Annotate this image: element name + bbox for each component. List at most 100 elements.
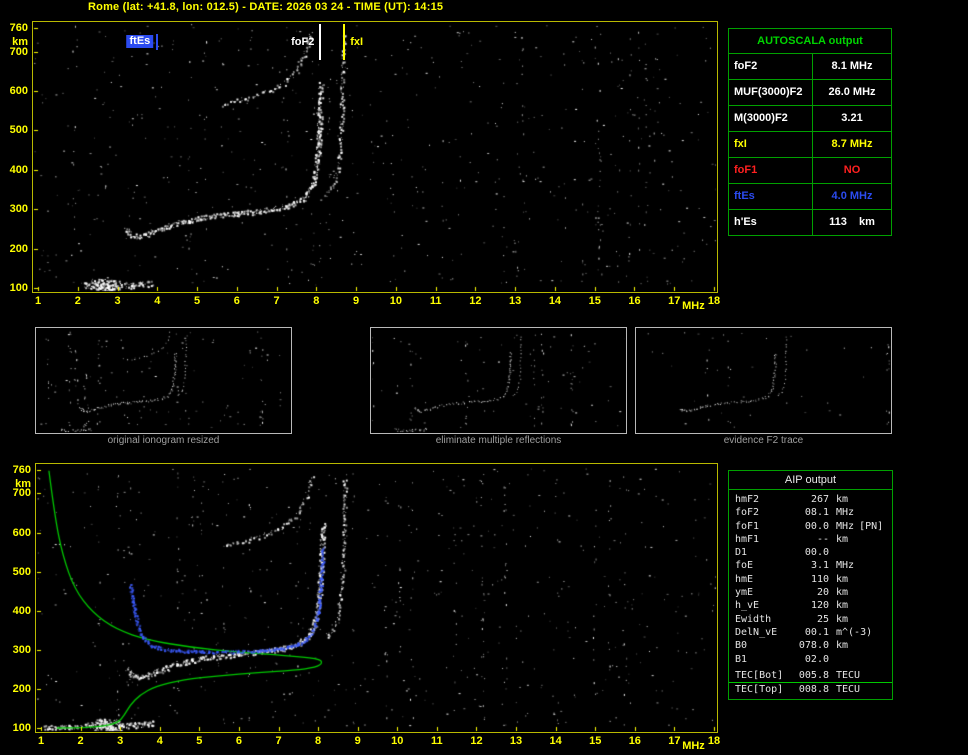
x-axis-tick-label: 2 xyxy=(74,295,81,307)
aip-row-label: TEC[Top] xyxy=(735,684,784,696)
autoscala-row-value: 3.21 xyxy=(841,112,863,124)
x-axis-tick-label: 4 xyxy=(154,295,161,307)
aip-row-label: hmF1 xyxy=(735,533,760,545)
aip-row-value: 02.0 xyxy=(804,653,829,665)
y-axis-tick-label: 760 xyxy=(9,22,28,34)
aip-row-value: 005.8 xyxy=(798,669,829,681)
aip-row-value: 008.8 xyxy=(798,684,829,696)
x-axis-tick-label: 12 xyxy=(470,735,483,747)
page-title: Rome (lat: +41.8, lon: 012.5) - DATE: 20… xyxy=(88,1,444,13)
thumbnail-no-multiples-canvas xyxy=(371,328,626,433)
x-axis-tick-label: 16 xyxy=(628,735,641,747)
autoscala-row-fof2: foF2 8.1 MHz xyxy=(729,54,891,80)
x-axis-tick-label: 14 xyxy=(548,295,562,307)
aip-row-unit: km xyxy=(836,533,849,545)
aip-row-fof1: foF1 00.0 MHz [PN] xyxy=(729,520,892,533)
x-axis-tick-label: 15 xyxy=(589,735,602,747)
autoscala-row-value: 8.7 MHz xyxy=(831,138,873,150)
aip-row-value: 078.0 xyxy=(798,640,829,652)
thumbnail-f2-trace xyxy=(635,327,892,434)
autoscala-row-m-3000-f2: M(3000)F2 3.21 xyxy=(729,106,891,132)
y-axis-tick-label: 500 xyxy=(12,565,31,578)
y-axis-tick-label: 300 xyxy=(9,203,28,216)
aip-row-unit: km xyxy=(836,494,849,505)
main-ionogram-canvas xyxy=(33,22,717,292)
x-axis-tick-label: 8 xyxy=(313,295,320,307)
x-axis-tick-label: 8 xyxy=(315,735,322,747)
x-axis-tick-label: 6 xyxy=(235,735,242,747)
x-axis-tick-label: 1 xyxy=(37,735,45,747)
aip-row-label: hmF2 xyxy=(735,494,760,505)
autoscala-row-value: 8.1 MHz xyxy=(831,60,873,72)
aip-row-unit: m^(-3) xyxy=(836,626,873,638)
aip-row-value: 120 xyxy=(810,600,829,612)
aip-row-value: 00.0 xyxy=(804,520,829,532)
x-axis-tick-label: 11 xyxy=(431,735,443,747)
autoscala-row-fxi: fxI 8.7 MHz xyxy=(729,132,891,158)
aip-row-label: ymE xyxy=(735,587,754,599)
x-axis-tick-label: 4 xyxy=(156,735,163,747)
x-axis-tick-label: 13 xyxy=(509,735,523,747)
thumbnail-no-multiples xyxy=(370,327,627,434)
aip-row-unit: km xyxy=(836,600,849,612)
y-axis-tick-label: 400 xyxy=(9,163,28,176)
aip-table-header: AIP output xyxy=(729,471,892,490)
autoscala-row-ftes: ftEs 4.0 MHz xyxy=(729,184,891,210)
aip-row-value: 00.0 xyxy=(804,547,829,559)
x-axis-tick-label: 5 xyxy=(193,295,201,307)
aip-row-extra: [PN] xyxy=(859,520,884,532)
y-axis-tick-label: 600 xyxy=(9,85,28,98)
aip-row-unit: km xyxy=(836,613,849,625)
profile-ionogram-canvas xyxy=(36,464,717,732)
x-axis-tick-label: 14 xyxy=(549,735,562,747)
aip-table: AIP output hmF2 267 km foF2 08.1 MHz foF1 00.0 M… xyxy=(728,470,893,701)
thumbnail-caption-f2-trace: evidence F2 trace xyxy=(723,435,804,446)
aip-row-value: 00.1 xyxy=(804,626,829,638)
x-axis-tick-label: 10 xyxy=(389,295,402,307)
x-axis-tick-label: 10 xyxy=(391,735,404,747)
x-axis-tick-label: 5 xyxy=(196,735,203,747)
aip-row-fof2: foF2 08.1 MHz xyxy=(729,506,892,519)
y-axis-tick-label: 100 xyxy=(9,282,28,294)
aip-row-label: D1 xyxy=(735,547,748,559)
x-axis-tick-label: 13 xyxy=(509,295,522,307)
x-axis-tick-label: 18 xyxy=(707,295,721,307)
y-axis-unit-label: km xyxy=(15,478,31,490)
x-axis-tick-label: 7 xyxy=(273,295,280,307)
aip-row-value: 3.1 xyxy=(810,560,829,572)
y-axis-tick-label: 400 xyxy=(12,604,31,617)
aip-row-label: B0 xyxy=(735,640,748,652)
aip-row-hme: hmE 110 km xyxy=(729,573,892,586)
aip-row-label: foF2 xyxy=(735,507,760,519)
aip-row-d1: D1 00.0 xyxy=(729,546,892,559)
main-ionogram-plot: ftEs foF2 fxI xyxy=(32,21,718,293)
y-axis-unit-label: km xyxy=(12,36,28,48)
autoscala-table-body: foF2 8.1 MHz MUF(3000)F2 26.0 MHz M(3000)F2 3… xyxy=(729,54,891,235)
x-axis-tick-label: 7 xyxy=(275,735,282,747)
aip-row-hmf2: hmF2 267 km xyxy=(729,493,892,506)
aip-row-value: -- xyxy=(816,533,829,545)
x-axis-tick-label: 16 xyxy=(628,295,641,307)
profile-ionogram-plot xyxy=(35,463,718,733)
aip-row-deln-ve: DelN_vE 00.1 m^(-3) xyxy=(729,626,892,639)
autoscala-row-value: 4.0 MHz xyxy=(831,190,873,202)
x-axis-tick-label: 2 xyxy=(77,735,84,747)
aip-row-label: Ewidth xyxy=(735,613,772,625)
autoscala-table: AUTOSCALA output foF2 8.1 MHz MUF(3000)F2 2… xyxy=(728,28,892,236)
x-axis-tick-label: 1 xyxy=(34,295,42,307)
aip-table-body: hmF2 267 km foF2 08.1 MHz foF1 00.0 MHz [PN] hmF1 -… xyxy=(729,490,892,666)
thumbnail-f2-trace-canvas xyxy=(636,328,891,433)
x-axis-tick-label: 3 xyxy=(114,295,121,307)
x-axis-tick-label: 3 xyxy=(117,735,124,747)
aip-row-unit: MHz xyxy=(836,560,855,572)
autoscala-row-label: M(3000)F2 xyxy=(729,106,813,131)
autoscala-row-h-es: h'Es 113 km xyxy=(729,210,891,235)
autoscala-row-label: MUF(3000)F2 xyxy=(729,80,813,105)
aip-row-b0: B0 078.0 km xyxy=(729,639,892,652)
thumbnail-original-canvas xyxy=(36,328,291,433)
thumbnail-caption-original: original ionogram resized xyxy=(107,435,220,446)
y-axis-tick-label: 200 xyxy=(12,682,31,695)
autoscala-row-label: fxI xyxy=(729,132,813,157)
autoscala-row-value: 113 km xyxy=(829,216,875,228)
x-axis-tick-label: 9 xyxy=(353,295,360,307)
